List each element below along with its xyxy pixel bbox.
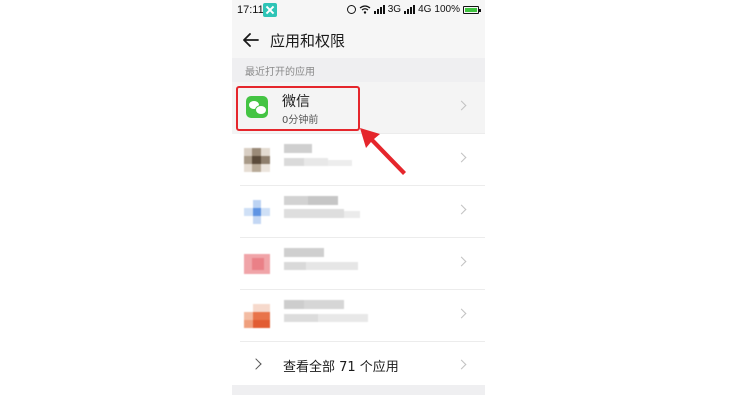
- chevron-right-icon: [456, 100, 467, 111]
- red-arrow-annotation: [360, 128, 406, 175]
- chevron-right-icon: [456, 308, 467, 319]
- battery-icon: [463, 5, 481, 14]
- highlight-box: [236, 86, 360, 131]
- chevron-right-icon: [456, 359, 467, 370]
- chevron-right-icon: [456, 204, 467, 215]
- signal-icon-1: [373, 5, 385, 14]
- chevron-right-icon: [250, 358, 262, 370]
- chevron-right-icon: [456, 256, 467, 267]
- pixelated-app-icon: [244, 254, 270, 274]
- notification-icon: [263, 3, 277, 17]
- signal-icon-2: [404, 5, 416, 14]
- pixelated-app-text: [284, 248, 358, 278]
- back-arrow-icon[interactable]: [242, 31, 260, 49]
- pixelated-app-icon: [244, 148, 270, 172]
- app-row-blurred[interactable]: [232, 238, 485, 290]
- wifi-icon: [359, 5, 371, 14]
- chevron-right-icon: [456, 152, 467, 163]
- status-time: 17:11: [237, 4, 264, 16]
- view-all-apps-label: 查看全部 71 个应用: [283, 360, 399, 375]
- pixelated-app-text: [284, 300, 368, 330]
- view-all-apps-row[interactable]: 查看全部 71 个应用: [232, 344, 485, 385]
- app-row-blurred[interactable]: [232, 290, 485, 342]
- battery-percent: 100%: [434, 4, 460, 15]
- network-type-2: 4G: [418, 4, 432, 15]
- pixelated-app-text: [284, 196, 360, 226]
- network-type-1: 3G: [387, 4, 402, 15]
- next-section-card: [232, 395, 485, 400]
- status-indicators: 3G 4G 100%: [346, 4, 481, 15]
- status-bar: 17:11 3G 4G 100%: [232, 0, 485, 22]
- app-row-blurred[interactable]: [232, 186, 485, 238]
- alarm-icon: [346, 5, 356, 14]
- header: 应用和权限: [232, 22, 485, 58]
- page-title: 应用和权限: [270, 32, 346, 50]
- section-label: 最近打开的应用: [245, 67, 315, 78]
- pixelated-app-icon: [244, 304, 270, 328]
- pixelated-app-icon: [244, 200, 270, 224]
- pixelated-app-text: [284, 144, 354, 174]
- phone-screen: 17:11 3G 4G 100% 应用和权限 最近打开的应用 微信 0分钟前 查…: [232, 0, 485, 400]
